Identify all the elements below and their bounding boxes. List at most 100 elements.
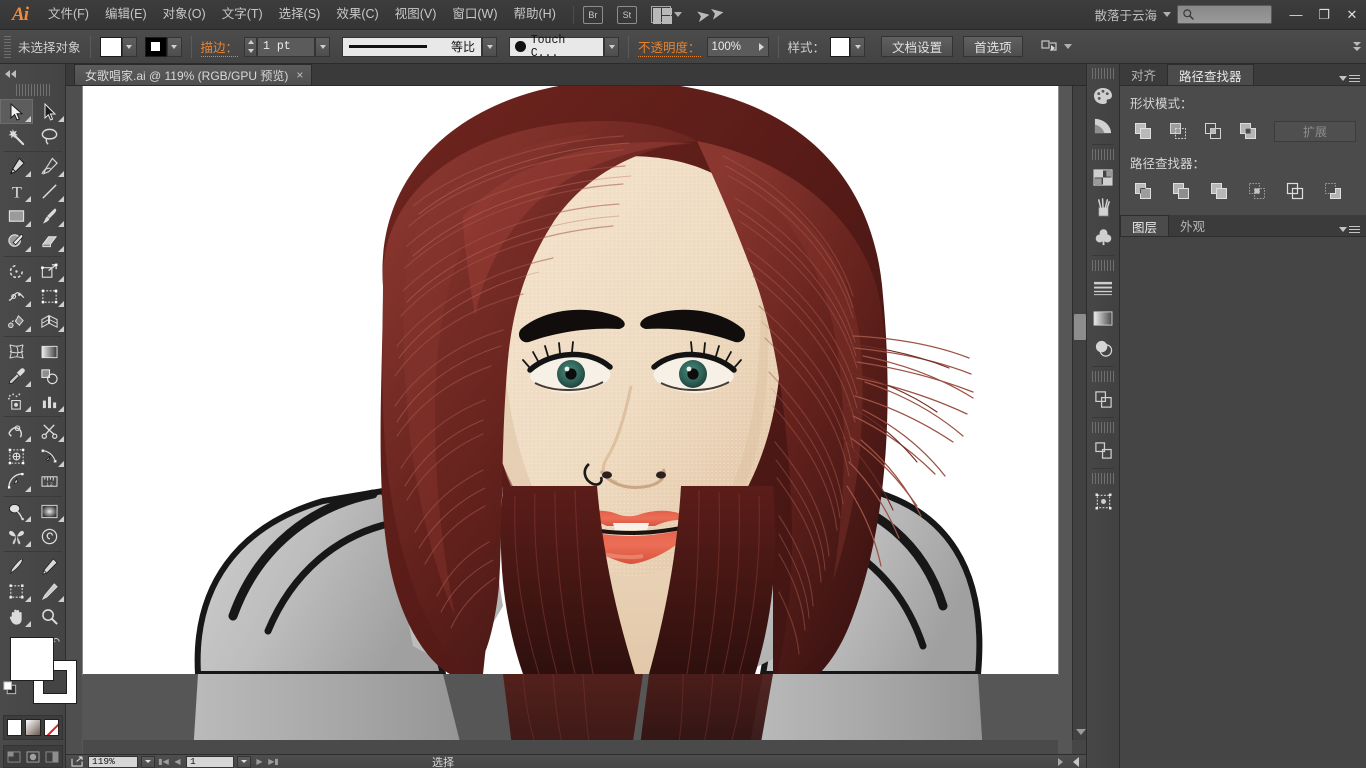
artboard-tool[interactable] bbox=[0, 444, 33, 469]
search-input[interactable] bbox=[1177, 5, 1272, 24]
menu-window[interactable]: 窗口(W) bbox=[444, 0, 505, 29]
spiral-tool[interactable] bbox=[33, 524, 66, 549]
eraser-tool[interactable] bbox=[33, 229, 66, 254]
puppet-warp-tool[interactable] bbox=[0, 419, 33, 444]
knife-tool[interactable] bbox=[0, 554, 33, 579]
eyedropper-tool[interactable] bbox=[0, 364, 33, 389]
divide-button[interactable] bbox=[1130, 179, 1156, 203]
stroke-weight-dropdown[interactable] bbox=[315, 37, 330, 57]
swatches-panel-icon[interactable] bbox=[1087, 162, 1119, 192]
type-tool[interactable]: T bbox=[0, 179, 33, 204]
stroke-profile-dropdown[interactable] bbox=[482, 37, 497, 57]
last-artboard-button[interactable]: ▶▮ bbox=[268, 756, 279, 768]
pencil-tool[interactable] bbox=[33, 554, 66, 579]
gradient-fill-mode[interactable] bbox=[25, 719, 40, 736]
next-artboard-button[interactable]: ▶ bbox=[254, 756, 265, 768]
stroke-swatch-dropdown[interactable] bbox=[167, 37, 182, 57]
layers-panel-body[interactable] bbox=[1120, 237, 1366, 757]
brush-definition-select[interactable]: Touch C... bbox=[509, 37, 604, 57]
selection-tool[interactable] bbox=[0, 99, 33, 124]
artboard-dropdown[interactable] bbox=[237, 756, 251, 768]
document-setup-button[interactable]: 文档设置 bbox=[881, 36, 953, 57]
close-icon[interactable]: × bbox=[296, 68, 303, 82]
none-fill-mode[interactable] bbox=[44, 719, 59, 736]
status-flyout-icon[interactable] bbox=[1058, 758, 1063, 766]
normal-screen-mode[interactable] bbox=[6, 749, 23, 764]
dock-grip-5[interactable] bbox=[1092, 422, 1114, 433]
blob-brush-tool[interactable] bbox=[33, 579, 66, 604]
menu-object[interactable]: 对象(O) bbox=[155, 0, 214, 29]
opacity-input[interactable]: 100% bbox=[707, 37, 769, 57]
expand-button[interactable]: 扩展 bbox=[1274, 121, 1356, 142]
zoom-input[interactable]: 119% bbox=[88, 756, 138, 768]
gradient-panel-icon[interactable] bbox=[1087, 303, 1119, 333]
fill-swatch-dropdown[interactable] bbox=[122, 37, 137, 57]
fullscreen-mode[interactable] bbox=[43, 749, 60, 764]
control-bar-more-icon[interactable] bbox=[1353, 42, 1361, 51]
color-guide-panel-icon[interactable] bbox=[1087, 111, 1119, 141]
unite-button[interactable] bbox=[1130, 119, 1156, 143]
gradient-mesh-tool[interactable] bbox=[33, 499, 66, 524]
brush-definition-dropdown[interactable] bbox=[604, 37, 619, 57]
rectangle-tool[interactable] bbox=[0, 204, 33, 229]
tab-pathfinder[interactable]: 路径查找器 bbox=[1167, 64, 1254, 85]
pathfinder-panel-menu-icon[interactable] bbox=[1339, 75, 1360, 83]
bridge-icon[interactable]: Br bbox=[583, 6, 603, 24]
hand-tool[interactable] bbox=[0, 604, 33, 629]
horizontal-scroll-left-icon[interactable] bbox=[1073, 757, 1079, 767]
outline-button[interactable] bbox=[1282, 179, 1308, 203]
stroke-weight-label[interactable]: 描边： bbox=[201, 37, 239, 57]
reshape-tool[interactable] bbox=[33, 444, 66, 469]
opacity-label[interactable]: 不透明度： bbox=[638, 37, 701, 57]
color-panel-icon[interactable] bbox=[1087, 81, 1119, 111]
scroll-down-icon[interactable] bbox=[1076, 729, 1086, 735]
gradient-tool[interactable] bbox=[33, 339, 66, 364]
minus-back-button[interactable] bbox=[1320, 179, 1346, 203]
stroke-color-swatch[interactable] bbox=[145, 37, 167, 57]
intersect-button[interactable] bbox=[1200, 119, 1226, 143]
canvas-area[interactable] bbox=[66, 86, 1086, 754]
menu-file[interactable]: 文件(F) bbox=[40, 0, 97, 29]
curvature-tool[interactable] bbox=[33, 154, 66, 179]
zoom-dropdown[interactable] bbox=[141, 756, 155, 768]
stroke-profile-select[interactable]: 等比 bbox=[342, 37, 482, 57]
shaper-tool[interactable] bbox=[0, 229, 33, 254]
tab-layers[interactable]: 图层 bbox=[1120, 215, 1169, 236]
control-bar-grip[interactable] bbox=[4, 36, 11, 58]
exclude-button[interactable] bbox=[1235, 119, 1261, 143]
pathfinder-panel-icon[interactable] bbox=[1087, 384, 1119, 414]
align-to-chevron-down-icon[interactable] bbox=[1064, 44, 1072, 49]
document-tab[interactable]: 女歌唱家.ai @ 119% (RGB/GPU 预览) × bbox=[74, 64, 312, 85]
workspace-switcher[interactable]: 散落于云海 bbox=[1088, 5, 1163, 24]
close-button[interactable]: ✕ bbox=[1338, 4, 1366, 26]
zoom-tool[interactable] bbox=[33, 604, 66, 629]
line-segment-tool[interactable] bbox=[33, 179, 66, 204]
color-fill-mode[interactable] bbox=[7, 719, 22, 736]
menu-help[interactable]: 帮助(H) bbox=[506, 0, 564, 29]
scissors-tool[interactable] bbox=[33, 419, 66, 444]
dock-grip-3[interactable] bbox=[1092, 260, 1114, 271]
transparency-panel-icon[interactable] bbox=[1087, 333, 1119, 363]
graphic-style-dropdown[interactable] bbox=[850, 37, 865, 57]
artboards-panel-icon[interactable] bbox=[1087, 486, 1119, 516]
trim-button[interactable] bbox=[1168, 179, 1194, 203]
stock-icon[interactable]: St bbox=[617, 6, 637, 24]
measure-tool[interactable]: 1 2 bbox=[33, 469, 66, 494]
previous-artboard-button[interactable]: ◀ bbox=[172, 756, 183, 768]
free-transform-tool[interactable] bbox=[33, 284, 66, 309]
pen-tool[interactable] bbox=[0, 154, 33, 179]
dock-grip-6[interactable] bbox=[1092, 473, 1114, 484]
tools-collapse-button[interactable] bbox=[0, 64, 65, 84]
share-on-behance-icon[interactable] bbox=[69, 755, 85, 768]
shape-builder-tool[interactable] bbox=[0, 309, 33, 334]
menu-view[interactable]: 视图(V) bbox=[387, 0, 445, 29]
stroke-weight-stepper[interactable] bbox=[244, 37, 257, 57]
dock-grip[interactable] bbox=[1092, 68, 1114, 79]
column-graph-tool[interactable] bbox=[33, 389, 66, 414]
perspective-grid-tool[interactable] bbox=[33, 309, 66, 334]
symbol-sprayer-tool[interactable] bbox=[0, 389, 33, 414]
preferences-button[interactable]: 首选项 bbox=[963, 36, 1023, 57]
artboard[interactable] bbox=[83, 86, 1058, 674]
align-to-icon[interactable] bbox=[1041, 39, 1058, 54]
mesh-tool[interactable] bbox=[0, 339, 33, 364]
